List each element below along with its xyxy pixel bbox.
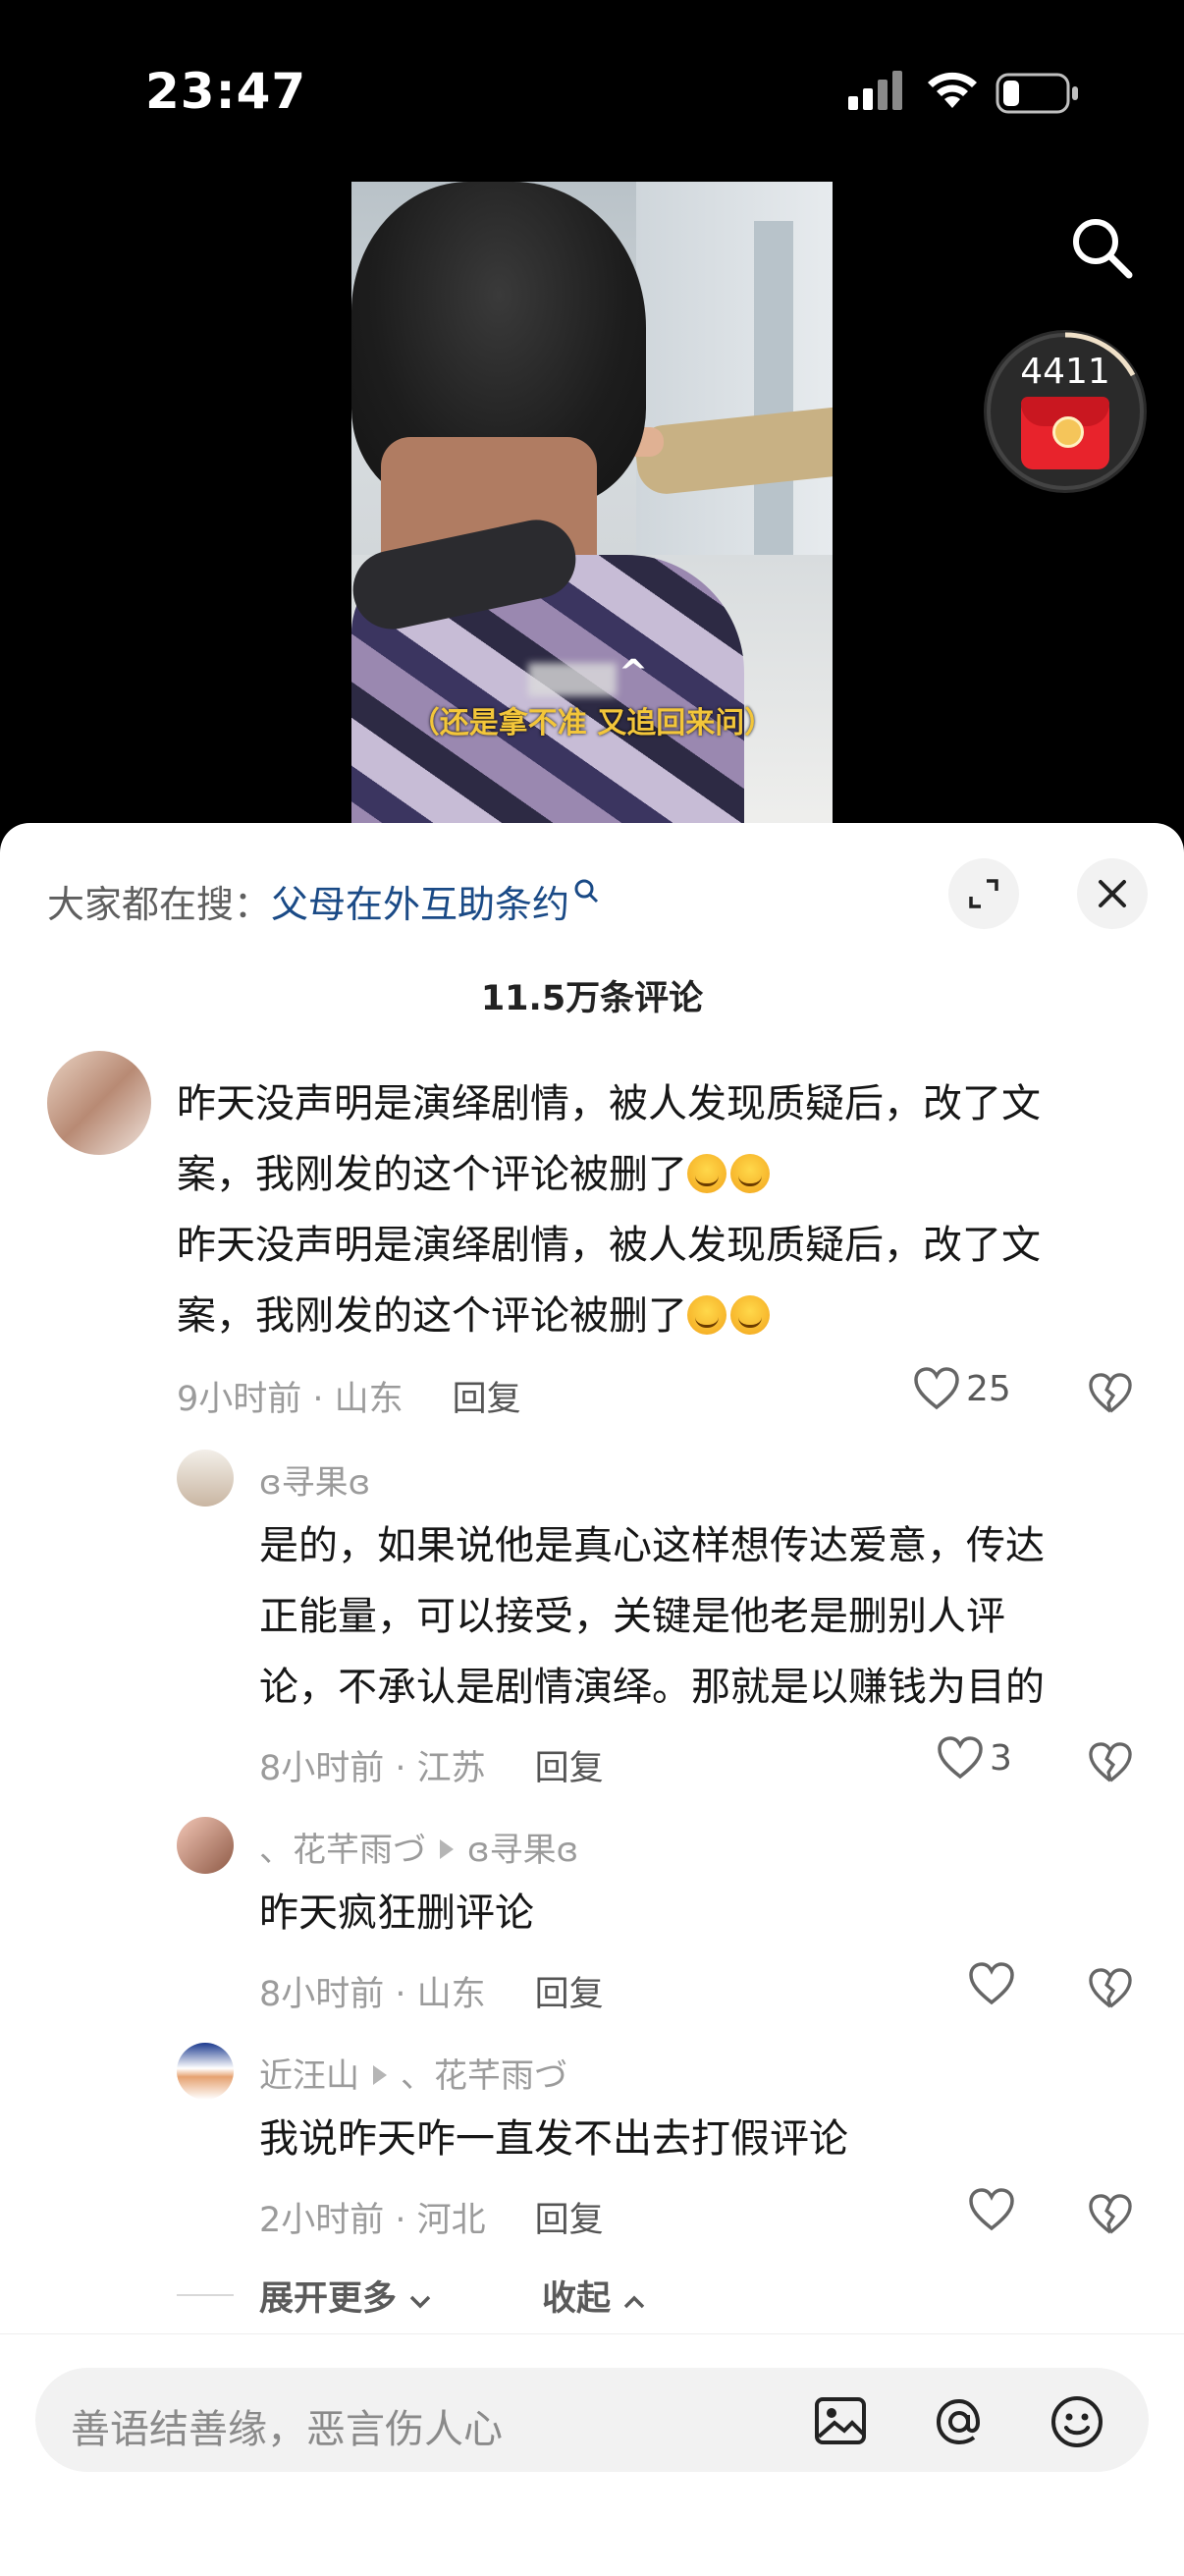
comment-count: 11.5万条评论 — [480, 979, 704, 1018]
video-blur-patch — [528, 663, 617, 696]
reward-count: 4411 — [1020, 352, 1110, 392]
status-time: 23:47 — [145, 63, 307, 120]
avatar[interactable] — [177, 2043, 234, 2100]
emoji-icon[interactable] — [1049, 2393, 1105, 2450]
comment-line: 昨天没声明是演绎剧情，被人发现质疑后，改了文 — [177, 1223, 1041, 1268]
heart-icon — [969, 2188, 1014, 2231]
comment-sheet: 大家都在搜：父母在外互助条约 11.5万条评论 昨天没声明是演绎剧情，被人发现质… — [0, 823, 1184, 2576]
video-player[interactable]: ^ （还是拿不准 又追回来问） — [351, 182, 833, 830]
battery-icon — [996, 73, 1078, 114]
mention-icon[interactable] — [931, 2393, 988, 2450]
reply-button[interactable]: 回复 — [535, 1749, 604, 1788]
comment-line-with-emoji: 案，我刚发的这个评论被删了 — [177, 1139, 1158, 1210]
comment-input[interactable]: 善语结善缘，恶言伤人心 — [35, 2368, 1149, 2472]
reply-author[interactable]: 、花芊雨づ ɞ寻果ɞ — [259, 1823, 578, 1871]
status-bar: 23:47 — [0, 0, 1184, 187]
chevron-down-icon — [409, 2295, 431, 2309]
wifi-icon — [928, 72, 977, 108]
broken-heart-icon[interactable] — [1088, 2194, 1133, 2235]
expand-button[interactable] — [948, 858, 1019, 929]
reply-to-arrow-icon — [373, 2065, 387, 2085]
reply-to-arrow-icon — [440, 1839, 454, 1859]
reply-meta: 8小时前 · 江苏 回复 — [259, 1749, 604, 1788]
divider — [177, 2294, 234, 2296]
comment-input-placeholder: 善语结善缘，恶言伤人心 — [71, 2407, 503, 2452]
cellular-signal-icon — [848, 71, 902, 110]
expand-more-button[interactable]: 展开更多 — [259, 2271, 432, 2321]
comment-line: 昨天没声明是演绎剧情，被人发现质疑后，改了文 — [177, 1081, 1041, 1126]
broken-heart-icon[interactable] — [1088, 1742, 1133, 1783]
hot-search-prefix: 大家都在搜： — [47, 883, 272, 926]
comment-time-location: 9小时前 · 山东 — [177, 1380, 404, 1419]
search-small-icon — [574, 879, 599, 904]
like-button[interactable]: 25 — [913, 1367, 1011, 1410]
crying-laugh-emoji-icon — [730, 1154, 770, 1193]
avatar[interactable] — [47, 1051, 151, 1155]
like-button[interactable]: 3 — [937, 1736, 1012, 1780]
reply-button[interactable]: 回复 — [535, 2201, 604, 2240]
crying-laugh-emoji-icon — [687, 1154, 727, 1193]
close-icon — [1099, 880, 1126, 907]
expand-icon — [969, 879, 998, 908]
collapse-button[interactable]: 收起 — [542, 2271, 646, 2321]
image-icon[interactable] — [813, 2393, 868, 2448]
reply-meta: 8小时前 · 山东 回复 — [259, 1975, 604, 2014]
crying-laugh-emoji-icon — [687, 1295, 727, 1335]
heart-icon — [938, 1736, 983, 1780]
reply-text: 是的，如果说他是真心这样想传达爱意，传达 正能量，可以接受，关键是他老是删别人评… — [259, 1523, 1045, 1710]
broken-heart-icon[interactable] — [1088, 1968, 1133, 2009]
reply-button[interactable]: 回复 — [453, 1380, 521, 1419]
like-count: 3 — [990, 1737, 1012, 1779]
video-scene-wall — [636, 182, 833, 594]
avatar[interactable] — [177, 1817, 234, 1874]
like-button[interactable] — [968, 2188, 1015, 2231]
crying-laugh-emoji-icon — [730, 1295, 770, 1335]
reply-text: 昨天疯狂删评论 — [259, 1891, 534, 1936]
video-scene-pillar — [754, 221, 793, 594]
broken-heart-icon[interactable] — [1088, 1373, 1133, 1414]
chevron-up-icon — [623, 2295, 645, 2309]
hot-search-bar[interactable]: 大家都在搜：父母在外互助条约 — [47, 874, 599, 928]
comment-line-with-emoji: 案，我刚发的这个评论被删了 — [177, 1281, 1158, 1351]
reward-red-packet-button[interactable]: 4411 — [984, 330, 1147, 493]
like-count: 25 — [966, 1368, 1011, 1409]
reply-author[interactable]: ɞ寻果ɞ — [259, 1455, 370, 1504]
reply-meta: 2小时前 · 河北 回复 — [259, 2201, 604, 2240]
search-icon[interactable] — [1068, 214, 1135, 281]
reply-text: 我说昨天咋一直发不出去打假评论 — [259, 2116, 848, 2162]
reply-button[interactable]: 回复 — [535, 1975, 604, 2014]
caret-up-icon: ^ — [619, 653, 649, 693]
like-button[interactable] — [968, 1962, 1015, 2005]
heart-icon — [914, 1367, 959, 1410]
comment-input-bar: 善语结善缘，恶言伤人心 — [0, 2333, 1184, 2576]
hot-search-link[interactable]: 父母在外互助条约 — [271, 883, 569, 926]
main-comment-text: 昨天没声明是演绎剧情，被人发现质疑后，改了文 案，我刚发的这个评论被删了 昨天没… — [177, 1069, 1158, 1351]
heart-icon — [969, 1962, 1014, 2005]
red-envelope-icon — [1021, 397, 1109, 469]
reply-author[interactable]: 近汪山 、花芊雨づ — [259, 2049, 567, 2097]
close-button[interactable] — [1077, 858, 1148, 929]
video-subtitle: （还是拿不准 又追回来问） — [409, 706, 775, 740]
avatar[interactable] — [177, 1450, 234, 1507]
comment-meta: 9小时前 · 山东 回复 — [177, 1371, 521, 1421]
